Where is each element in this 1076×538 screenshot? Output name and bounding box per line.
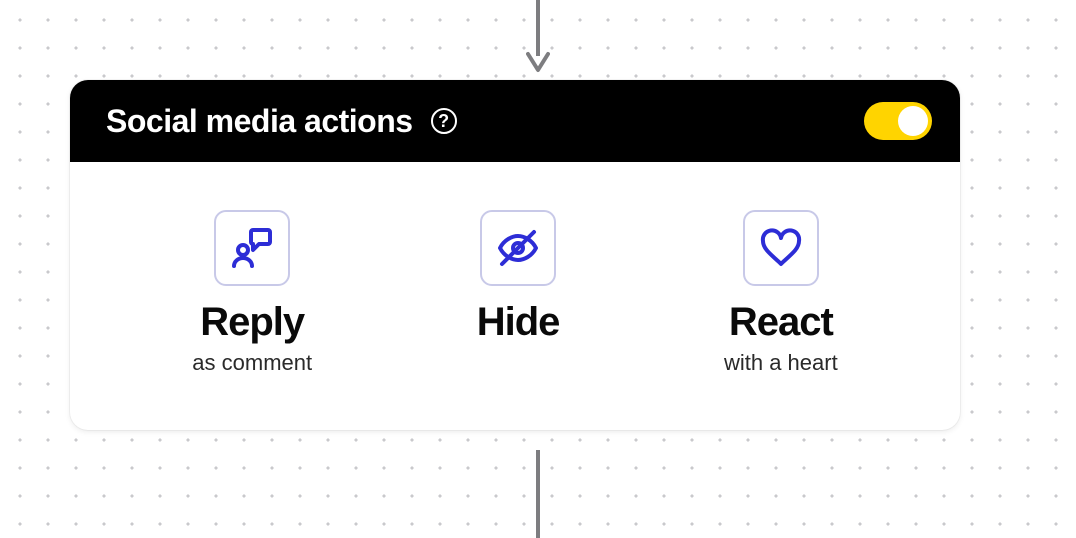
action-title: React [729, 300, 833, 344]
node-enable-toggle[interactable] [864, 102, 932, 140]
incoming-edge [526, 0, 550, 80]
eye-off-icon [494, 224, 542, 272]
speak-person-icon [228, 224, 276, 272]
hide-icon-frame [480, 210, 556, 286]
outgoing-edge [536, 450, 540, 538]
action-react[interactable]: React with a heart [724, 210, 838, 376]
react-icon-frame [743, 210, 819, 286]
help-icon[interactable]: ? [431, 108, 457, 134]
toggle-knob [898, 106, 928, 136]
action-reply[interactable]: Reply as comment [192, 210, 312, 376]
action-subtitle: as comment [192, 350, 312, 376]
node-header: Social media actions ? [70, 80, 960, 162]
action-title: Hide [477, 300, 560, 344]
node-title: Social media actions [106, 103, 413, 140]
heart-icon [757, 224, 805, 272]
action-hide[interactable]: Hide [477, 210, 560, 350]
reply-icon-frame [214, 210, 290, 286]
node-body: Reply as comment Hide React w [70, 162, 960, 430]
action-title: Reply [200, 300, 304, 344]
action-subtitle: with a heart [724, 350, 838, 376]
social-media-actions-node: Social media actions ? Reply as comment [70, 80, 960, 430]
